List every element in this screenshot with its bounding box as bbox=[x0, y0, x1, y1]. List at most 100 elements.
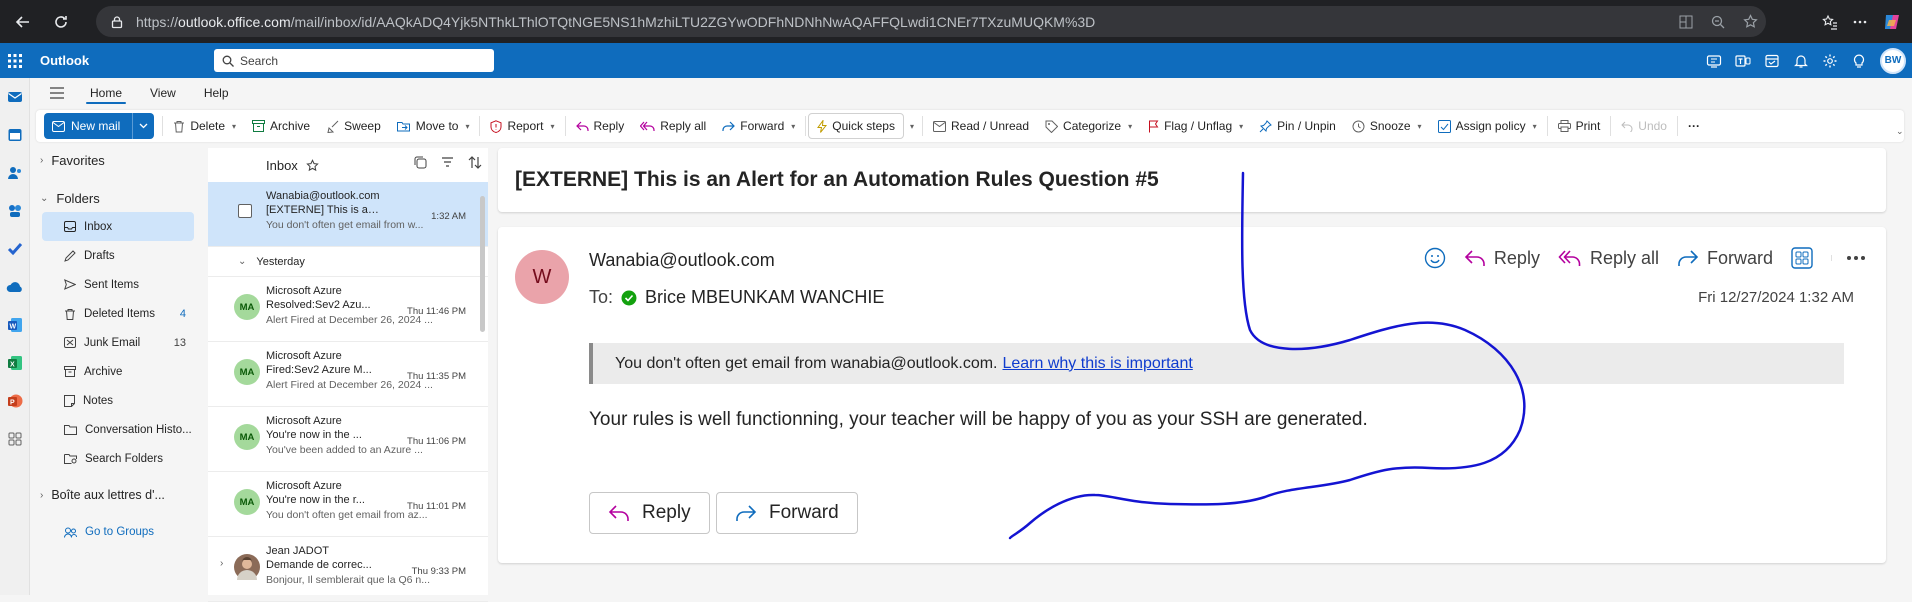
people-icon[interactable] bbox=[0, 154, 29, 192]
folder-notes[interactable]: Notes bbox=[30, 386, 200, 415]
folder-inbox[interactable]: Inbox bbox=[42, 212, 194, 241]
flag-button[interactable]: Flag / Unflag ▾ bbox=[1140, 113, 1251, 139]
word-icon[interactable]: W bbox=[0, 306, 29, 344]
calendar-icon[interactable] bbox=[0, 116, 29, 154]
expand-thread-icon[interactable]: › bbox=[220, 558, 223, 569]
date-group-header[interactable]: ⌄ Yesterday bbox=[208, 247, 488, 277]
folder-archive[interactable]: Archive bbox=[30, 357, 200, 386]
quick-steps-dropdown[interactable]: ▾ bbox=[910, 122, 914, 131]
collapse-ribbon-icon[interactable]: ⌄ bbox=[1896, 126, 1904, 137]
new-mail-button[interactable]: New mail bbox=[44, 113, 132, 139]
forward-action[interactable]: Forward bbox=[1677, 248, 1773, 269]
favorite-star-icon[interactable] bbox=[306, 158, 319, 172]
meet-now-icon[interactable] bbox=[1706, 53, 1722, 69]
broom-icon bbox=[327, 120, 339, 133]
archive-button[interactable]: Archive bbox=[244, 113, 318, 139]
more-menu-icon[interactable] bbox=[1852, 14, 1868, 30]
move-to-button[interactable]: Move to ▾ bbox=[389, 113, 478, 139]
user-avatar[interactable]: BW bbox=[1880, 47, 1906, 74]
zoom-icon[interactable] bbox=[1711, 15, 1725, 29]
message-row[interactable]: › Jean JADOT Demande de correc... Thu 9:… bbox=[208, 537, 488, 602]
read-unread-button[interactable]: Read / Unread bbox=[925, 113, 1037, 139]
chevron-down-icon: ⌄ bbox=[238, 256, 247, 267]
teams-icon[interactable] bbox=[1735, 53, 1751, 69]
reply-button[interactable]: Reply bbox=[568, 113, 633, 139]
tab-help[interactable]: Help bbox=[190, 78, 243, 108]
message-list-scrollbar[interactable] bbox=[480, 196, 485, 332]
groups-icon[interactable] bbox=[0, 192, 29, 230]
message-subject: Demande de correc... bbox=[266, 559, 372, 571]
apps-grid-icon[interactable] bbox=[1791, 247, 1813, 269]
message-row[interactable]: MA Microsoft Azure You're now in the ...… bbox=[208, 407, 488, 472]
favorites-list-icon[interactable] bbox=[1822, 14, 1838, 30]
message-row[interactable]: MA Microsoft Azure You're now in the r..… bbox=[208, 472, 488, 537]
new-mail-dropdown[interactable] bbox=[132, 113, 154, 139]
sender-address[interactable]: Wanabia@outlook.com bbox=[589, 250, 775, 271]
report-button[interactable]: Report ▾ bbox=[482, 113, 562, 139]
sender-avatar[interactable]: W bbox=[515, 250, 569, 304]
folders-header[interactable]: ⌄ Folders bbox=[30, 184, 200, 212]
back-icon[interactable] bbox=[4, 3, 42, 41]
mail-icon[interactable] bbox=[0, 78, 29, 116]
app-title[interactable]: Outlook bbox=[40, 53, 89, 68]
shared-mailbox-header[interactable]: › Boîte aux lettres d'... bbox=[30, 481, 200, 509]
reply-footer-button[interactable]: Reply bbox=[589, 492, 710, 534]
select-checkbox[interactable] bbox=[238, 204, 252, 218]
onedrive-icon[interactable] bbox=[0, 268, 29, 306]
reply-all-action[interactable]: Reply all bbox=[1558, 248, 1659, 269]
folder-search-folders[interactable]: Search Folders bbox=[30, 444, 200, 473]
snooze-button[interactable]: Snooze ▾ bbox=[1344, 113, 1430, 139]
delete-button[interactable]: Delete ▾ bbox=[165, 113, 244, 139]
address-bar[interactable]: https://outlook.office.com/mail/inbox/id… bbox=[96, 6, 1766, 37]
forward-footer-button[interactable]: Forward bbox=[716, 492, 858, 534]
learn-why-link[interactable]: Learn why this is important bbox=[1002, 355, 1192, 373]
folder-junk-email[interactable]: Junk Email 13 bbox=[30, 328, 200, 357]
print-button[interactable]: Print bbox=[1550, 113, 1609, 139]
settings-gear-icon[interactable] bbox=[1822, 53, 1838, 69]
message-row[interactable]: MA Microsoft Azure Fired:Sev2 Azure M...… bbox=[208, 342, 488, 407]
more-actions-icon[interactable] bbox=[1831, 255, 1866, 261]
sort-icon[interactable] bbox=[468, 156, 482, 169]
pin-button[interactable]: Pin / Unpin bbox=[1251, 113, 1344, 139]
message-row-selected[interactable]: Wanabia@outlook.com [EXTERNE] This is an… bbox=[208, 182, 488, 247]
svg-text:W: W bbox=[9, 324, 16, 331]
my-day-icon[interactable] bbox=[1764, 53, 1780, 69]
todo-icon[interactable] bbox=[0, 230, 29, 268]
app-launcher-icon[interactable] bbox=[0, 43, 30, 78]
reply-action[interactable]: Reply bbox=[1464, 248, 1540, 269]
tips-lightbulb-icon[interactable] bbox=[1851, 53, 1867, 69]
undo-button[interactable]: Undo bbox=[1613, 113, 1675, 139]
refresh-icon[interactable] bbox=[42, 3, 80, 41]
message-row[interactable]: MA Microsoft Azure Resolved:Sev2 Azu... … bbox=[208, 277, 488, 342]
forward-button[interactable]: Forward ▾ bbox=[714, 113, 803, 139]
sweep-button[interactable]: Sweep bbox=[318, 113, 389, 139]
folder-sent-items[interactable]: Sent Items bbox=[30, 270, 200, 299]
tab-view[interactable]: View bbox=[136, 78, 190, 108]
go-to-groups-link[interactable]: Go to Groups bbox=[30, 517, 200, 547]
select-mode-icon[interactable] bbox=[414, 156, 427, 169]
powerpoint-icon[interactable]: P bbox=[0, 382, 29, 420]
folder-conversation-history[interactable]: Conversation Histo... bbox=[30, 415, 200, 444]
folder-deleted-items[interactable]: Deleted Items 4 bbox=[30, 299, 200, 328]
emoji-reaction-icon[interactable] bbox=[1424, 247, 1446, 269]
folder-drafts[interactable]: Drafts bbox=[30, 241, 200, 270]
copilot-icon[interactable] bbox=[1882, 12, 1902, 32]
excel-icon[interactable]: X bbox=[0, 344, 29, 382]
favorites-header[interactable]: › Favorites bbox=[30, 146, 200, 174]
reply-all-button[interactable]: Reply all bbox=[632, 113, 714, 139]
more-apps-icon[interactable] bbox=[0, 420, 29, 458]
search-box[interactable]: Search bbox=[214, 49, 494, 72]
assign-policy-button[interactable]: Assign policy ▾ bbox=[1430, 113, 1545, 139]
filter-icon[interactable] bbox=[441, 156, 454, 169]
tab-home[interactable]: Home bbox=[76, 78, 136, 108]
email-card: W Wanabia@outlook.com To: Brice MBEUNKAM… bbox=[498, 227, 1886, 563]
divider bbox=[564, 116, 566, 136]
app-available-icon[interactable] bbox=[1679, 15, 1693, 29]
categorize-button[interactable]: Categorize ▾ bbox=[1037, 113, 1140, 139]
favorite-star-icon[interactable] bbox=[1743, 14, 1758, 29]
hamburger-menu-icon[interactable] bbox=[50, 87, 64, 99]
notifications-bell-icon[interactable] bbox=[1793, 53, 1809, 69]
recipient-name[interactable]: Brice MBEUNKAM WANCHIE bbox=[645, 287, 884, 308]
more-commands-button[interactable]: ··· bbox=[1680, 113, 1708, 139]
quick-steps-button[interactable]: Quick steps bbox=[808, 113, 904, 139]
